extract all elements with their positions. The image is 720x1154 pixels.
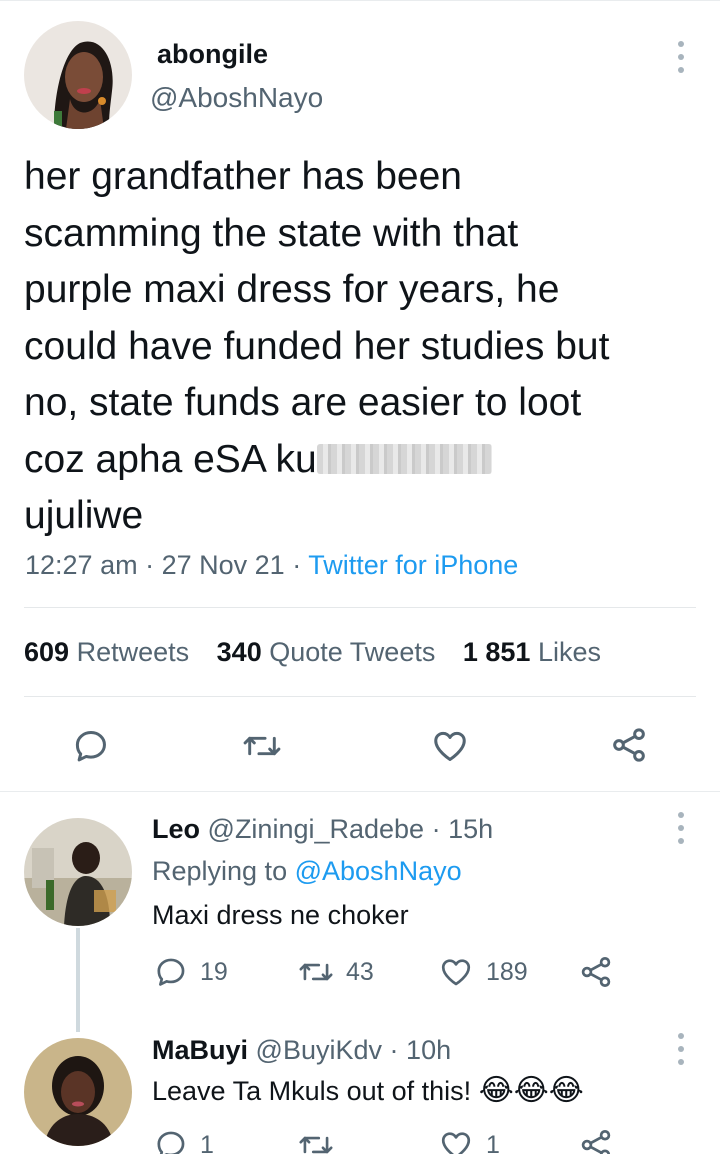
reply-author-handle[interactable]: @Ziningi_Radebe — [208, 814, 425, 844]
tweet-source-link[interactable]: Twitter for iPhone — [308, 550, 518, 580]
retweet-button[interactable]: 43 — [298, 955, 374, 989]
tweet-text-line: her grandfather has been — [24, 155, 462, 198]
share-button[interactable] — [578, 1127, 614, 1154]
reply-author-name[interactable]: Leo — [152, 814, 200, 844]
reply-time[interactable]: 10h — [406, 1035, 451, 1065]
tweet-text-line-redacted: coz apha eSA ku — [24, 432, 714, 489]
quotes-stat[interactable]: 340 Quote Tweets — [217, 637, 436, 667]
retweets-label: Retweets — [76, 637, 190, 667]
more-vertical-icon[interactable] — [675, 1033, 687, 1065]
tweet-text-line: scamming the state with that — [24, 211, 519, 255]
thread-connector — [76, 928, 80, 1032]
tweet-time[interactable]: 12:27 am — [25, 550, 138, 580]
reply-button[interactable]: 1 — [154, 1128, 214, 1154]
reply-text-content: Leave Ta Mkuls out of this! — [152, 1076, 472, 1106]
more-vertical-icon[interactable] — [675, 812, 687, 844]
retweet-count: 43 — [346, 957, 374, 986]
tweet-text-fragment: coz apha eSA ku — [24, 437, 317, 481]
redaction-blur — [316, 443, 492, 474]
tweet-text-line: no, state funds are easier to loot — [24, 381, 582, 424]
heart-icon — [434, 731, 466, 761]
reply-time[interactable]: 15h — [448, 814, 493, 844]
reply-text: Maxi dress ne choker — [152, 900, 409, 930]
replying-to-label: Replying to — [152, 856, 288, 886]
divider — [24, 607, 696, 608]
reply-header: MaBuyi @BuyiKdv · 10h — [152, 1035, 451, 1066]
reply-avatar[interactable] — [24, 818, 132, 926]
reply-button[interactable] — [72, 727, 110, 765]
comment-bubble-icon — [157, 1131, 185, 1154]
tweet-text: her grandfather has been scamming the st… — [24, 149, 714, 545]
tweet-text-line: ujuliwe — [24, 494, 144, 537]
laughing-emoji: 😂😂😂 — [478, 1074, 584, 1107]
meta-separator: · — [431, 814, 441, 844]
tweet-timestamp: 12:27 am · 27 Nov 21 · Twitter for iPhon… — [25, 550, 518, 581]
retweet-icon — [299, 1136, 333, 1154]
reply-header: Leo @Ziningi_Radebe · 15h — [152, 814, 493, 845]
divider — [24, 696, 696, 697]
tweet-date[interactable]: 27 Nov 21 — [162, 550, 285, 580]
tweet-stats: 609 Retweets 340 Quote Tweets 1 851 Like… — [24, 637, 601, 668]
share-icon — [613, 728, 645, 762]
reply-text: Leave Ta Mkuls out of this! 😂😂😂 — [152, 1073, 584, 1108]
likes-count: 1 851 — [462, 637, 531, 667]
author-avatar[interactable] — [24, 21, 132, 129]
tweet-text-line: purple maxi dress for years, he — [24, 268, 560, 311]
meta-separator: · — [145, 550, 155, 580]
retweets-stat[interactable]: 609 Retweets — [24, 637, 189, 667]
retweet-icon — [299, 963, 333, 981]
share-button[interactable] — [608, 725, 650, 765]
quotes-count: 340 — [216, 637, 262, 667]
replying-to-mention[interactable]: @AboshNayo — [295, 856, 462, 886]
quotes-label: Quote Tweets — [269, 637, 436, 667]
comment-bubble-icon — [75, 731, 106, 762]
share-icon — [581, 1130, 611, 1154]
share-icon — [581, 957, 611, 987]
reply-count: 1 — [200, 1130, 214, 1154]
reply-author-handle[interactable]: @BuyiKdv — [256, 1035, 382, 1065]
like-button[interactable]: 189 — [438, 955, 528, 989]
meta-separator: · — [292, 550, 302, 580]
more-vertical-icon[interactable] — [675, 41, 687, 73]
heart-icon — [441, 1132, 471, 1154]
reply-button[interactable]: 19 — [154, 955, 228, 989]
like-button[interactable]: 1 — [438, 1128, 500, 1154]
likes-label: Likes — [537, 637, 601, 667]
like-count: 1 — [486, 1130, 500, 1154]
heart-icon — [441, 959, 471, 986]
reply-avatar[interactable] — [24, 1038, 132, 1146]
retweet-button[interactable] — [242, 727, 282, 765]
meta-separator: · — [389, 1035, 399, 1065]
retweet-button[interactable] — [298, 1128, 334, 1154]
main-tweet: abongile @AboshNayo her grandfather has … — [0, 0, 720, 792]
tweet-text-line: could have funded her studies but — [24, 324, 610, 368]
retweet-icon — [243, 736, 281, 756]
comment-bubble-icon — [157, 958, 185, 986]
reply-count: 19 — [200, 957, 228, 986]
replying-to: Replying to @AboshNayo — [152, 856, 462, 887]
like-button[interactable] — [430, 727, 470, 765]
author-handle[interactable]: @AboshNayo — [150, 82, 323, 114]
like-count: 189 — [486, 957, 528, 986]
retweets-count: 609 — [24, 637, 70, 667]
likes-stat[interactable]: 1 851 Likes — [463, 637, 601, 667]
share-button[interactable] — [578, 954, 614, 990]
reply-author-name[interactable]: MaBuyi — [152, 1035, 248, 1065]
author-name[interactable]: abongile — [157, 39, 268, 70]
